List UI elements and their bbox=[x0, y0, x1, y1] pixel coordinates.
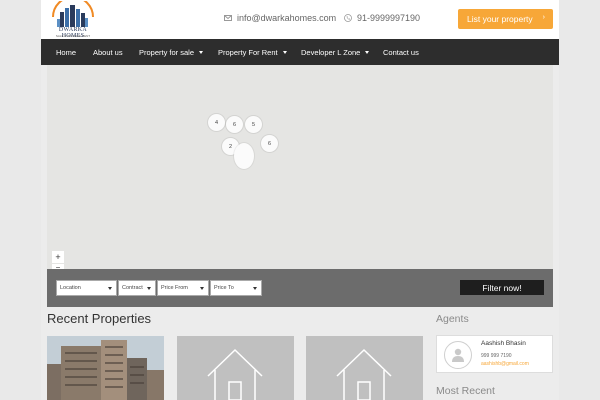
map-cluster-marker[interactable]: 4 bbox=[208, 114, 225, 131]
nav-developer-zone[interactable]: Developer L Zone bbox=[301, 47, 370, 57]
chevron-right-icon: › bbox=[542, 14, 545, 21]
price-from-select[interactable]: Price From bbox=[157, 280, 209, 296]
price-to-select-value: Price To bbox=[214, 285, 234, 291]
nav-label: About us bbox=[93, 47, 123, 57]
property-filter-bar: Location Contract Price From Price To Fi… bbox=[47, 269, 553, 307]
nav-label: Home bbox=[56, 47, 77, 57]
agents-heading: Agents bbox=[436, 313, 469, 325]
building-photo bbox=[47, 336, 164, 400]
chevron-down-icon bbox=[147, 287, 151, 290]
map-cluster-marker[interactable]: 5 bbox=[245, 116, 262, 133]
site-logo[interactable]: DWARKA HOMES SALE PURCHASE RENT bbox=[47, 0, 99, 39]
nav-property-for-rent[interactable]: Property For Rent bbox=[218, 48, 287, 57]
email-text: info@dwarkahomes.com bbox=[237, 13, 337, 23]
nav-about[interactable]: About us bbox=[93, 48, 123, 57]
map-cluster-marker[interactable]: 6 bbox=[261, 135, 278, 152]
location-select-value: Location bbox=[60, 285, 81, 291]
zoom-in-button[interactable]: + bbox=[52, 251, 64, 263]
phone-text: 91-9999997190 bbox=[357, 13, 421, 23]
map-location-marker[interactable] bbox=[234, 143, 254, 169]
nav-home[interactable]: Home bbox=[56, 48, 76, 57]
phone-icon bbox=[344, 14, 352, 22]
agent-phone: 999 999 7190 bbox=[481, 353, 512, 359]
page: DWARKA HOMES SALE PURCHASE RENT info@dwa… bbox=[41, 0, 559, 400]
property-map[interactable]: 4 6 5 2 6 + − bbox=[47, 65, 553, 270]
house-icon bbox=[207, 348, 263, 400]
recent-properties-heading: Recent Properties bbox=[47, 311, 152, 326]
chevron-down-icon bbox=[282, 50, 287, 54]
agent-card[interactable]: Aashish Bhasin 999 999 7190 aashishb@gma… bbox=[436, 335, 553, 373]
agent-name[interactable]: Aashish Bhasin bbox=[481, 340, 526, 347]
contact-email[interactable]: info@dwarkahomes.com bbox=[224, 13, 336, 23]
list-property-button[interactable]: List your property › bbox=[458, 9, 553, 29]
nav-property-for-sale[interactable]: Property for sale bbox=[139, 47, 204, 57]
nav-label: Contact us bbox=[383, 47, 419, 57]
logo-buildings-icon bbox=[52, 0, 94, 27]
property-card-photo[interactable] bbox=[47, 336, 164, 400]
chevron-down-icon bbox=[253, 287, 257, 290]
site-header: DWARKA HOMES SALE PURCHASE RENT info@dwa… bbox=[41, 0, 559, 39]
contract-select-value: Contract bbox=[122, 285, 143, 291]
house-icon bbox=[336, 348, 392, 400]
chevron-down-icon bbox=[108, 287, 112, 290]
envelope-icon bbox=[224, 15, 232, 21]
property-card-placeholder[interactable] bbox=[306, 336, 423, 400]
nav-label: Property For Rent bbox=[218, 47, 278, 57]
location-select[interactable]: Location bbox=[56, 280, 117, 296]
user-icon bbox=[452, 348, 464, 362]
chevron-down-icon bbox=[199, 50, 204, 54]
avatar bbox=[444, 341, 472, 369]
main-nav: Home About us Property for sale Property… bbox=[41, 39, 559, 65]
nav-label: Property for sale bbox=[139, 47, 195, 57]
agent-email[interactable]: aashishb@gmail.com bbox=[481, 361, 529, 367]
filter-now-button[interactable]: Filter now! bbox=[460, 280, 544, 295]
contract-select[interactable]: Contract bbox=[118, 280, 156, 296]
logo-subtitle: SALE PURCHASE RENT bbox=[55, 34, 91, 38]
map-cluster-marker[interactable]: 6 bbox=[226, 116, 243, 133]
property-card-placeholder[interactable] bbox=[177, 336, 294, 400]
most-recent-heading: Most Recent bbox=[436, 385, 495, 397]
chevron-down-icon bbox=[200, 287, 204, 290]
price-from-select-value: Price From bbox=[161, 285, 188, 291]
chevron-down-icon bbox=[365, 50, 370, 54]
nav-contact[interactable]: Contact us bbox=[383, 48, 419, 57]
price-to-select[interactable]: Price To bbox=[210, 280, 262, 296]
contact-phone[interactable]: 91-9999997190 bbox=[344, 13, 420, 23]
list-property-label: List your property bbox=[467, 14, 533, 24]
nav-label: Developer L Zone bbox=[301, 47, 361, 57]
